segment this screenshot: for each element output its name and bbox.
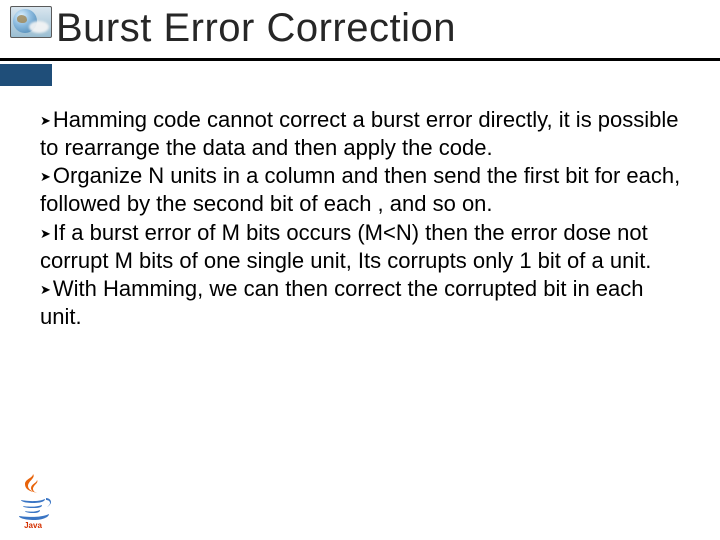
globe-icon bbox=[10, 6, 52, 38]
bullet-text: Hamming code cannot correct a burst erro… bbox=[40, 107, 679, 160]
title-rule bbox=[0, 58, 720, 61]
slide-title: Burst Error Correction bbox=[56, 6, 456, 51]
chevron-right-icon: ➤ bbox=[40, 282, 51, 297]
bullet-text: With Hamming, we can then correct the co… bbox=[40, 276, 644, 329]
bullet-item: ➤With Hamming, we can then correct the c… bbox=[40, 275, 690, 331]
chevron-right-icon: ➤ bbox=[40, 169, 51, 184]
java-icon: Java bbox=[12, 470, 54, 530]
slide-body: ➤Hamming code cannot correct a burst err… bbox=[40, 106, 690, 331]
bullet-item: ➤Organize N units in a column and then s… bbox=[40, 162, 690, 218]
chevron-right-icon: ➤ bbox=[40, 113, 51, 128]
bullet-item: ➤Hamming code cannot correct a burst err… bbox=[40, 106, 690, 162]
bullet-text: If a burst error of M bits occurs (M<N) … bbox=[40, 220, 651, 273]
svg-text:Java: Java bbox=[24, 521, 42, 530]
chevron-right-icon: ➤ bbox=[40, 226, 51, 241]
slide-header: Burst Error Correction bbox=[0, 0, 720, 80]
bullet-text: Organize N units in a column and then se… bbox=[40, 163, 680, 216]
slide: Burst Error Correction ➤Hamming code can… bbox=[0, 0, 720, 540]
accent-bar bbox=[0, 64, 52, 86]
bullet-item: ➤If a burst error of M bits occurs (M<N)… bbox=[40, 219, 690, 275]
